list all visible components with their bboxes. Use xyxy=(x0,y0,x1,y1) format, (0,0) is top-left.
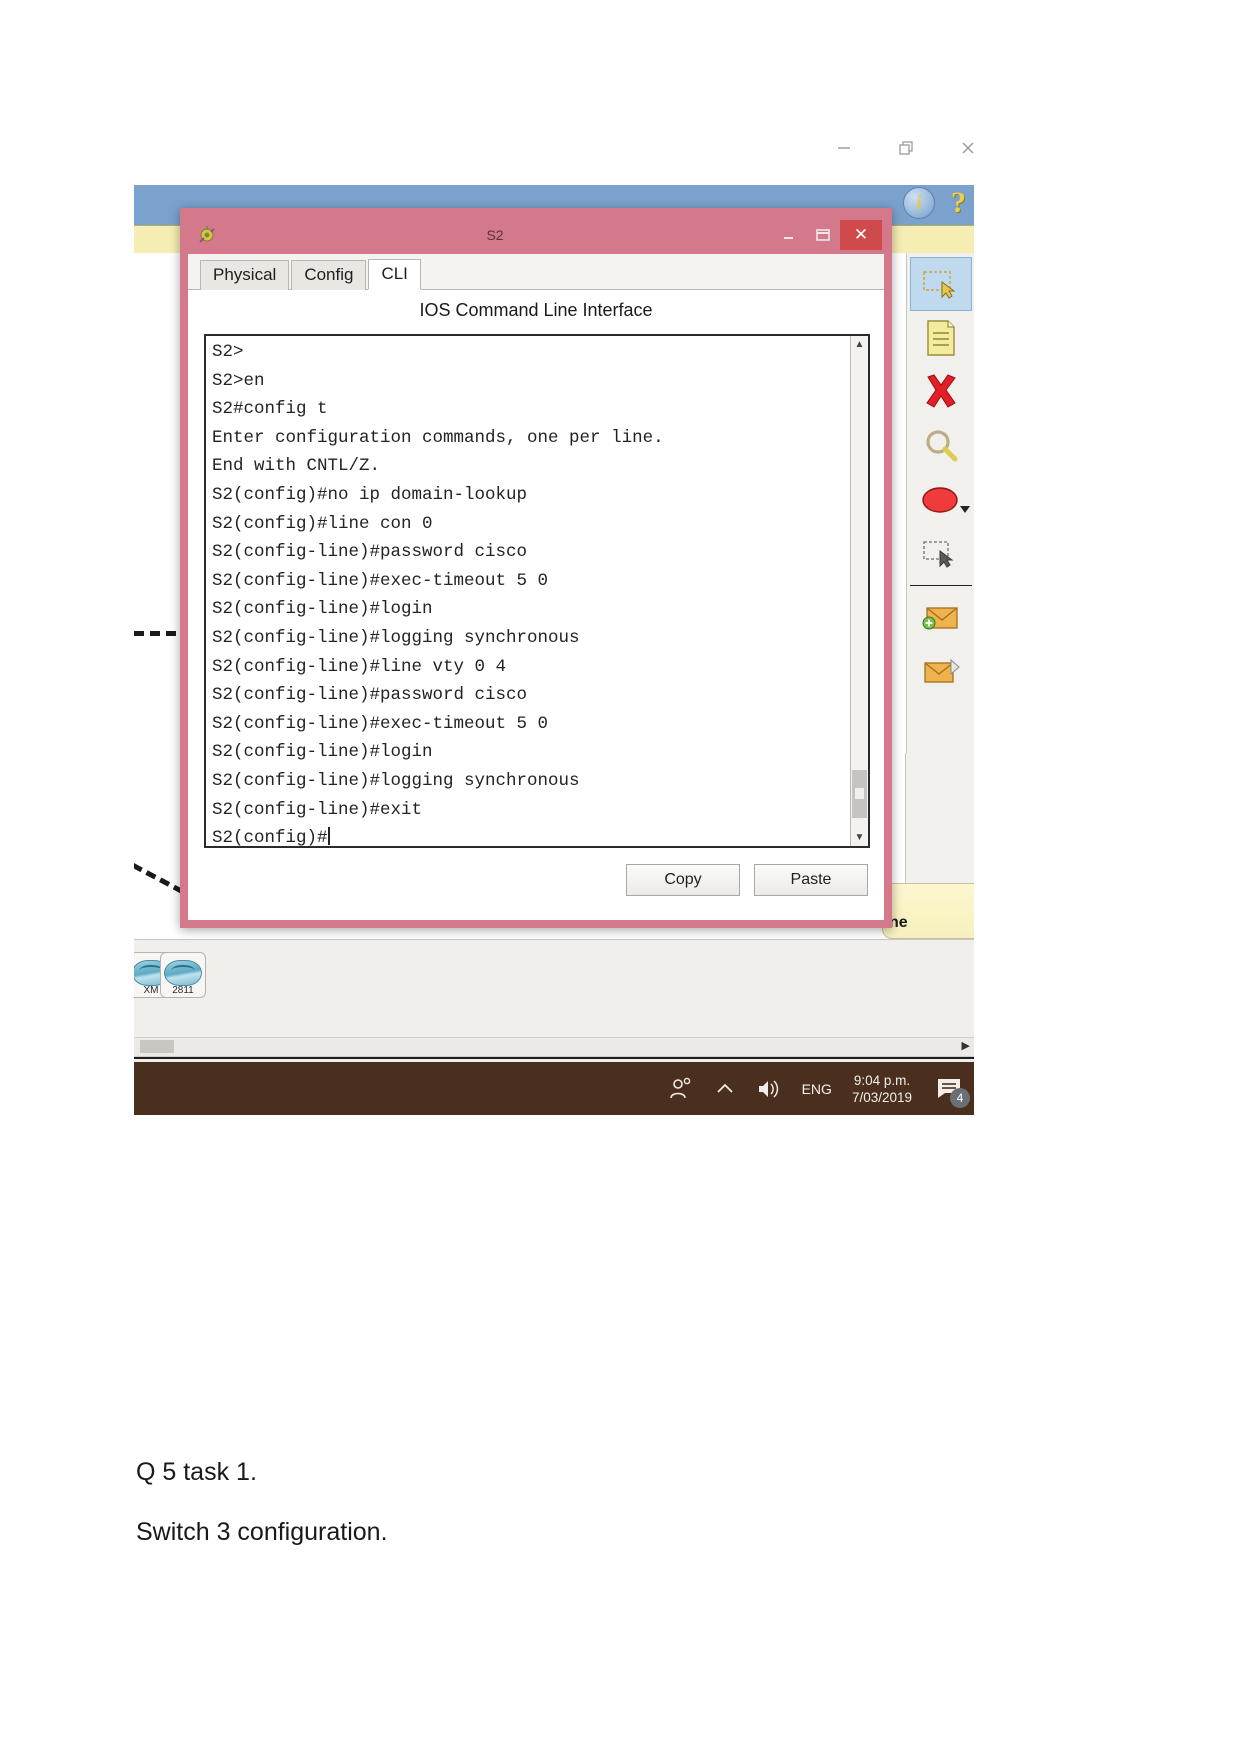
dialog-maximize-button[interactable] xyxy=(806,220,840,250)
scroll-down-icon[interactable]: ▼ xyxy=(851,829,868,846)
router-icon xyxy=(164,960,202,986)
volume-icon[interactable] xyxy=(756,1078,782,1100)
language-indicator[interactable]: ENG xyxy=(802,1081,832,1097)
clock[interactable]: 9:04 p.m. 7/03/2019 xyxy=(852,1072,912,1106)
dialog-close-button[interactable]: ✕ xyxy=(840,220,882,250)
terminal-line: S2(config-line)#password cisco xyxy=(212,542,528,563)
tools-divider xyxy=(909,585,972,586)
document-text: Q 5 task 1. Switch 3 configuration. xyxy=(136,1455,1036,1575)
terminal-line: S2(config-line)#login xyxy=(212,742,433,763)
device-label: XM xyxy=(143,985,159,996)
device-browser-scrollbar[interactable]: ▶ xyxy=(134,1037,974,1057)
terminal-output[interactable]: S2> S2>en S2#config t Enter configuration c… xyxy=(206,336,850,846)
s2-cli-dialog: S2 ✕ Physical Config CLI IOS Command Lin… xyxy=(180,208,892,928)
terminal-line: S2(config-line)#exit xyxy=(212,799,423,820)
terminal-line: End with CNTL/Z. xyxy=(212,456,381,477)
tab-physical[interactable]: Physical xyxy=(200,260,290,290)
terminal-line: S2(config)#line con 0 xyxy=(212,513,433,534)
terminal-line: S2>en xyxy=(212,370,265,391)
doc-line-question: Q 5 task 1. xyxy=(136,1458,257,1486)
terminal-line: S2(config-line)#line vty 0 4 xyxy=(212,656,507,677)
terminal-line: S2> xyxy=(212,342,244,362)
clock-date: 7/03/2019 xyxy=(851,1089,912,1105)
terminal-line: S2(config)#no ip domain-lookup xyxy=(212,484,528,505)
packet-tracer-icon xyxy=(196,224,218,246)
draw-shape-tool[interactable] xyxy=(910,473,972,527)
dialog-action-buttons: Copy Paste xyxy=(626,864,868,896)
cli-tab-content: IOS Command Line Interface S2> S2>en S2#co… xyxy=(188,290,884,920)
people-icon[interactable] xyxy=(668,1076,694,1102)
tools-palette xyxy=(906,253,974,753)
terminal-line: S2(config-line)#exec-timeout 5 0 xyxy=(212,713,549,734)
scroll-right-icon[interactable]: ▶ xyxy=(962,1040,970,1053)
tab-cli[interactable]: CLI xyxy=(368,259,421,290)
inspect-tool[interactable] xyxy=(910,419,972,473)
dialog-tabs: Physical Config CLI xyxy=(188,254,884,290)
resize-shape-tool[interactable] xyxy=(910,527,972,581)
page-root: i ? Fa0/1 ◀ xyxy=(0,0,1241,1754)
terminal-line: S2(config-line)#exec-timeout 5 0 xyxy=(212,570,549,591)
os-close-icon[interactable] xyxy=(954,134,982,162)
cli-heading: IOS Command Line Interface xyxy=(419,300,653,320)
device-browser: XM 2811 xyxy=(134,939,974,1025)
place-note-tool[interactable] xyxy=(910,311,972,365)
os-window-controls xyxy=(780,128,1000,168)
action-center-icon[interactable]: 4 xyxy=(932,1072,970,1108)
terminal-line: S2#config t xyxy=(212,399,328,420)
paste-button[interactable]: Paste xyxy=(754,864,868,896)
scrollbar-thumb[interactable] xyxy=(852,770,867,818)
terminal-line: S2(config-line)#password cisco xyxy=(212,685,528,706)
scroll-up-icon[interactable]: ▲ xyxy=(851,336,868,353)
help-icon[interactable]: ? xyxy=(951,188,966,218)
scrollbar-thumb[interactable] xyxy=(140,1040,174,1053)
menubar-icons: i ? xyxy=(903,187,966,219)
chevron-down-icon[interactable] xyxy=(959,506,970,513)
device-label: 2811 xyxy=(172,985,194,996)
info-icon[interactable]: i xyxy=(903,187,935,219)
terminal-cursor xyxy=(327,827,330,846)
delete-tool[interactable] xyxy=(910,365,972,419)
dialog-window-controls: ✕ xyxy=(772,216,882,254)
tab-config[interactable]: Config xyxy=(291,260,367,290)
device-tooltip: ne xyxy=(882,883,974,939)
dialog-minimize-button[interactable] xyxy=(772,220,806,250)
dialog-body: Physical Config CLI IOS Command Line Int… xyxy=(188,254,884,920)
clock-time: 9:04 p.m. xyxy=(853,1072,911,1088)
device-item-2811[interactable]: 2811 xyxy=(160,952,206,998)
os-restore-icon[interactable] xyxy=(892,134,920,162)
terminal-line: S2(config-line)#logging synchronous xyxy=(212,770,580,791)
terminal-line: S2(config)# xyxy=(212,827,330,846)
os-minimize-icon[interactable] xyxy=(830,134,858,162)
notification-badge: 4 xyxy=(950,1087,970,1108)
dialog-title: S2 xyxy=(486,227,504,243)
copy-button[interactable]: Copy xyxy=(626,864,740,896)
dialog-titlebar[interactable]: S2 ✕ xyxy=(188,216,884,254)
add-complex-pdu-tool[interactable] xyxy=(910,644,972,698)
terminal-container[interactable]: S2> S2>en S2#config t Enter configuration c… xyxy=(204,334,870,848)
show-hidden-icons[interactable] xyxy=(714,1081,736,1097)
windows-taskbar: ENG 9:04 p.m. 7/03/2019 4 xyxy=(134,1062,974,1115)
select-tool[interactable] xyxy=(909,257,972,311)
terminal-line: Enter configuration commands, one per li… xyxy=(212,427,664,448)
terminal-scrollbar[interactable]: ▲ ▼ xyxy=(850,336,868,846)
add-simple-pdu-tool[interactable] xyxy=(910,590,972,644)
doc-line-subtitle: Switch 3 configuration. xyxy=(136,1518,388,1546)
terminal-line: S2(config-line)#login xyxy=(212,599,433,620)
terminal-line: S2(config-line)#logging synchronous xyxy=(212,627,580,648)
